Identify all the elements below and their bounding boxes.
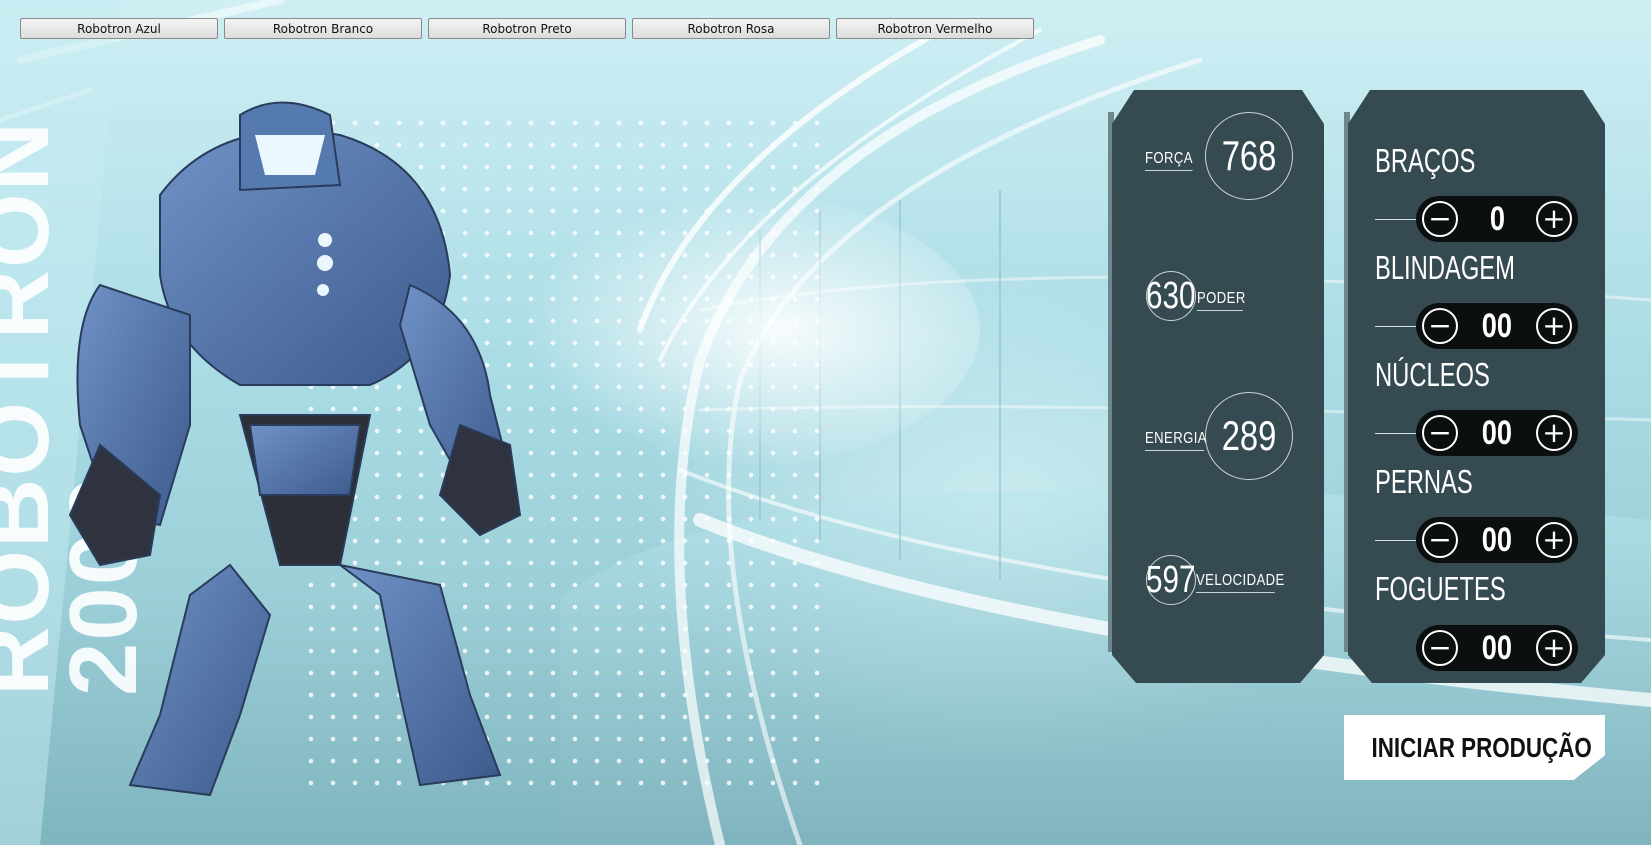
part-label-nucleos: NÚCLEOS [1375,356,1490,393]
start-production-label: INICIAR PRODUÇÃO [1371,731,1592,763]
foguetes-increment-button[interactable]: + [1536,630,1572,666]
blindagem-stepper: − 00 + [1416,303,1578,349]
blindagem-value: 00 [1481,307,1513,345]
pernas-increment-button[interactable]: + [1536,522,1572,558]
part-label-foguetes: FOGUETES [1375,570,1506,607]
stat-value-forca: 768 [1205,112,1293,200]
start-production-button[interactable]: INICIAR PRODUÇÃO [1344,715,1605,780]
foguetes-stepper: − 00 + [1416,625,1578,671]
robot-branco-button[interactable]: Robotron Branco [224,18,422,39]
pernas-value: 00 [1481,521,1513,559]
part-divider [1375,326,1417,327]
robot-image [68,101,522,797]
bracos-decrement-button[interactable]: − [1422,201,1458,237]
nucleos-decrement-button[interactable]: − [1422,415,1458,451]
bracos-stepper: − 0 + [1416,196,1578,242]
stat-value-energia: 289 [1205,392,1293,480]
part-label-blindagem: BLINDAGEM [1375,249,1515,286]
bracos-value: 0 [1489,200,1505,238]
pernas-stepper: − 00 + [1416,517,1578,563]
foguetes-value: 00 [1481,629,1513,667]
foguetes-decrement-button[interactable]: − [1422,630,1458,666]
robot-preto-button[interactable]: Robotron Preto [428,18,626,39]
part-divider [1375,540,1417,541]
robot-rosa-button[interactable]: Robotron Rosa [632,18,830,39]
stat-label-energia: ENERGIA [1145,430,1207,451]
stat-value-poder: 630 [1146,271,1196,321]
nucleos-value: 00 [1481,414,1513,452]
stat-label-velocidade: VELOCIDADE [1196,572,1284,593]
robot-vermelho-button[interactable]: Robotron Vermelho [836,18,1034,39]
robot-azul-button[interactable]: Robotron Azul [20,18,218,39]
blindagem-decrement-button[interactable]: − [1422,308,1458,344]
stat-value-velocidade: 597 [1146,555,1196,605]
stat-label-poder: PODER [1197,290,1245,311]
nucleos-stepper: − 00 + [1416,410,1578,456]
bracos-increment-button[interactable]: + [1536,201,1572,237]
nucleos-increment-button[interactable]: + [1536,415,1572,451]
part-divider [1375,219,1417,220]
pernas-decrement-button[interactable]: − [1422,522,1458,558]
part-label-bracos: BRAÇOS [1375,142,1476,179]
part-divider [1375,433,1417,434]
blindagem-increment-button[interactable]: + [1536,308,1572,344]
stat-label-forca: FORÇA [1145,150,1193,171]
part-label-pernas: PERNAS [1375,463,1473,500]
